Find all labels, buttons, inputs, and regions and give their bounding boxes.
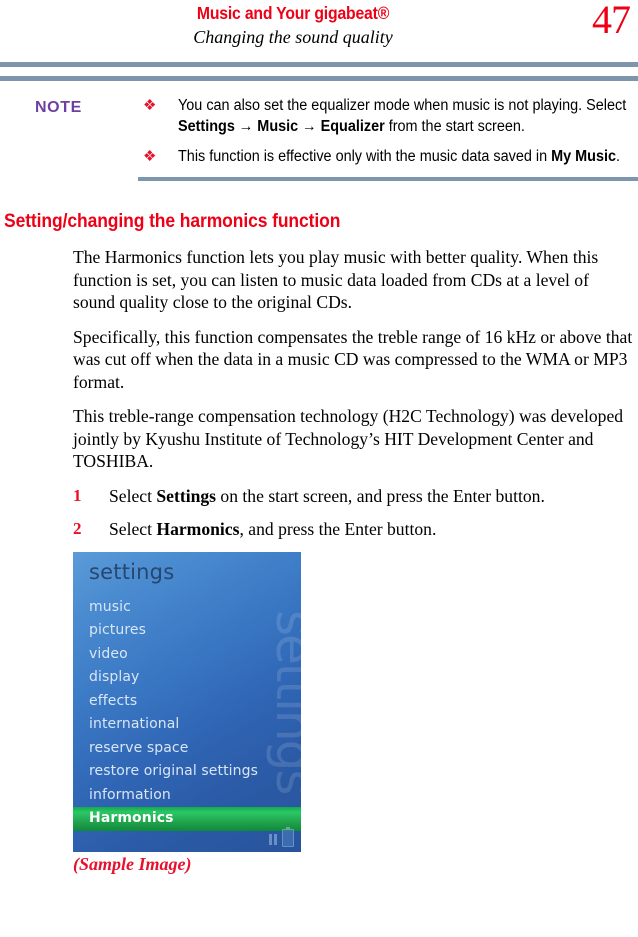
header-titles: Music and Your gigabeat® Changing the so… bbox=[0, 2, 638, 49]
settings-menu-item-music[interactable]: music bbox=[73, 596, 301, 620]
body-paragraph: The Harmonics function lets you play mus… bbox=[73, 247, 599, 312]
chapter-title: Music and Your gigabeat® bbox=[196, 3, 390, 23]
inline-text: on the start screen, and press the Enter… bbox=[216, 485, 545, 506]
section-subtitle: Changing the sound quality bbox=[193, 27, 393, 47]
settings-menu-item-harmonics[interactable]: Harmonics bbox=[73, 807, 301, 831]
page-number: 47 bbox=[592, 0, 631, 42]
note-divider-rule bbox=[138, 177, 638, 181]
inline-text: → bbox=[234, 118, 258, 135]
page-header: Music and Your gigabeat® Changing the so… bbox=[0, 0, 638, 62]
emphasized-text: Harmonics bbox=[156, 519, 240, 539]
body-paragraph: Specifically, this function compensates … bbox=[73, 326, 633, 392]
header-rule-gap bbox=[0, 67, 638, 76]
note-item-text: You can also set the equalizer mode when… bbox=[178, 95, 636, 137]
settings-menu-list: music pictures video display effects internat… bbox=[73, 596, 301, 831]
note-item-text: This function is effective only with the… bbox=[178, 146, 636, 167]
settings-menu-item-effects[interactable]: effects bbox=[73, 690, 301, 714]
settings-menu-item-information[interactable]: information bbox=[73, 784, 301, 808]
inline-text: This function is effective only with the… bbox=[178, 148, 552, 165]
section-heading: Setting/changing the harmonics function bbox=[4, 211, 341, 232]
settings-menu-item-display[interactable]: display bbox=[73, 666, 301, 690]
inline-text: . bbox=[616, 148, 621, 165]
body-content: The Harmonics function lets you play mus… bbox=[73, 246, 635, 541]
inline-text: You can also set the equalizer mode when… bbox=[178, 97, 627, 114]
inline-text: → bbox=[298, 118, 321, 135]
step-number: 2 bbox=[73, 519, 82, 538]
gigabeat-settings-screen: settings settings music pictures video disp… bbox=[73, 551, 301, 852]
paragraph-list: The Harmonics function lets you play mus… bbox=[73, 246, 635, 473]
device-screenshot-figure: settings settings music pictures video disp… bbox=[73, 551, 638, 852]
step-text: Select Settings on the start screen, and… bbox=[109, 486, 545, 506]
inline-text: Select bbox=[109, 485, 157, 506]
inline-text: from the start screen. bbox=[384, 118, 525, 135]
emphasized-text: Equalizer bbox=[320, 118, 385, 135]
status-icon-group bbox=[269, 826, 294, 847]
numbered-step: 1 Select Settings on the start screen, an… bbox=[73, 485, 635, 508]
emphasized-text: Settings bbox=[156, 485, 217, 506]
note-block: NOTE ❖ You can also set the equalizer mod… bbox=[0, 95, 638, 181]
note-item: ❖ You can also set the equalizer mode whe… bbox=[138, 95, 638, 137]
emphasized-text: My Music bbox=[551, 148, 617, 165]
step-list: 1 Select Settings on the start screen, an… bbox=[73, 485, 635, 541]
settings-menu-item-pictures[interactable]: pictures bbox=[73, 619, 301, 643]
note-label: NOTE bbox=[35, 99, 82, 116]
body-paragraph: This treble-range compensation technolog… bbox=[73, 406, 624, 471]
screen-title: settings bbox=[89, 559, 175, 584]
note-item-list: ❖ You can also set the equalizer mode whe… bbox=[138, 95, 638, 167]
settings-menu-item-reserve-space[interactable]: reserve space bbox=[73, 737, 301, 761]
sample-image-caption: (Sample Image) bbox=[73, 853, 192, 874]
numbered-step: 2 Select Harmonics, and press the Enter b… bbox=[73, 518, 635, 541]
inline-text: Select bbox=[109, 519, 157, 539]
battery-icon bbox=[282, 826, 294, 847]
diamond-bullet-icon: ❖ bbox=[143, 98, 157, 114]
step-number: 1 bbox=[73, 485, 82, 505]
note-item: ❖ This function is effective only with th… bbox=[138, 146, 638, 167]
emphasized-text: Settings bbox=[178, 118, 235, 135]
inline-text: , and press the Enter button. bbox=[239, 519, 437, 539]
emphasized-text: Music bbox=[257, 118, 299, 135]
pause-icon bbox=[269, 833, 277, 845]
settings-menu-item-video[interactable]: video bbox=[73, 643, 301, 667]
settings-menu-item-restore-original-settings[interactable]: restore original settings bbox=[73, 760, 301, 784]
header-rule-bottom bbox=[0, 76, 638, 81]
diamond-bullet-icon: ❖ bbox=[143, 149, 157, 165]
step-text: Select Harmonics, and press the Enter bu… bbox=[109, 519, 436, 539]
settings-menu-item-international[interactable]: international bbox=[73, 713, 301, 737]
